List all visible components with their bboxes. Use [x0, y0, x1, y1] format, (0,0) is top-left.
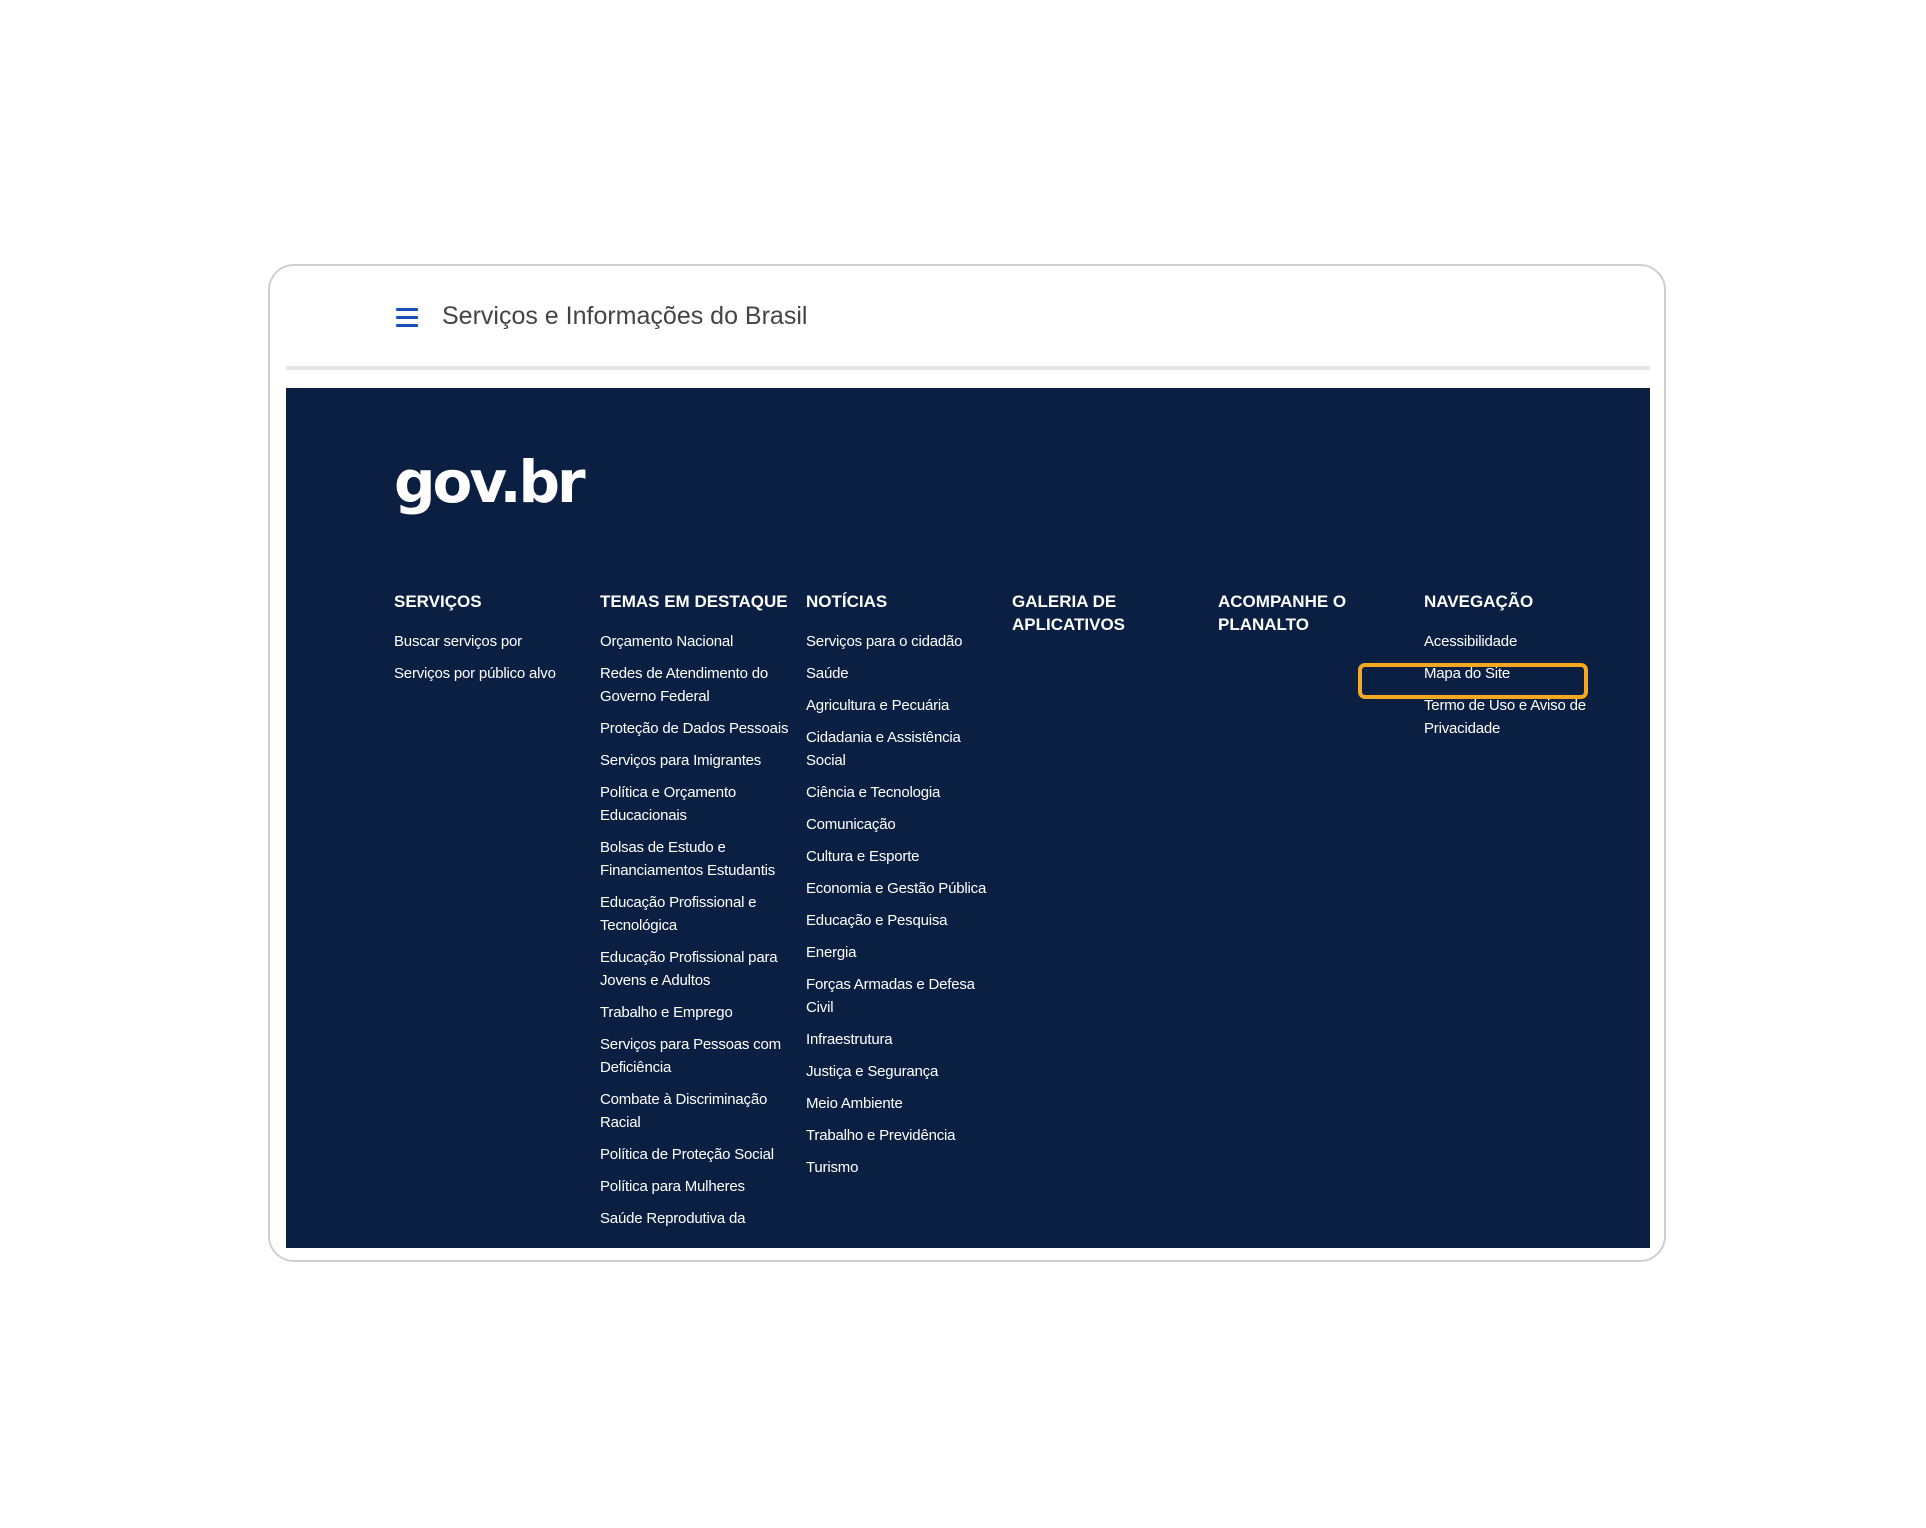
list-item[interactable]: Saúde	[806, 662, 1002, 685]
list-item[interactable]: Agricultura e Pecuária	[806, 694, 1002, 717]
list-item[interactable]: Infraestrutura	[806, 1028, 1002, 1051]
column-heading: SERVIÇOS	[394, 592, 482, 611]
list-item[interactable]: Serviços para Pessoas com Deficiência	[600, 1033, 796, 1079]
govbr-logo[interactable]: gov.br	[394, 448, 586, 516]
list-item[interactable]: Bolsas de Estudo e Financiamentos Estuda…	[600, 836, 796, 882]
list-item[interactable]: Acessibilidade	[1424, 630, 1620, 653]
footer-link[interactable]: Trabalho e Previdência	[806, 1124, 956, 1147]
list-item[interactable]: Serviços para o cidadão	[806, 630, 1002, 653]
footer-link[interactable]: Economia e Gestão Pública	[806, 877, 986, 900]
list-item[interactable]: Serviços por público alvo	[394, 662, 586, 685]
column-heading: TEMAS EM DESTAQUE	[600, 592, 788, 611]
footer-link[interactable]: Orçamento Nacional	[600, 630, 733, 653]
list-item[interactable]: Comunicação	[806, 813, 1002, 836]
list-item[interactable]: Economia e Gestão Pública	[806, 877, 1002, 900]
list-item[interactable]: Educação e Pesquisa	[806, 909, 1002, 932]
list-item[interactable]: Turismo	[806, 1156, 1002, 1179]
list-item[interactable]: Mapa do Site	[1424, 662, 1620, 685]
footer-column-noticias: NOTÍCIAS Serviços para o cidadão Saúde A…	[806, 590, 1002, 1188]
footer-link[interactable]: Bolsas de Estudo e Financiamentos Estuda…	[600, 836, 796, 882]
footer-link[interactable]: Turismo	[806, 1156, 858, 1179]
footer-column-temas: TEMAS EM DESTAQUE Orçamento Nacional Red…	[600, 590, 796, 1239]
list-item[interactable]: Forças Armadas e Defesa Civil	[806, 973, 1002, 1019]
footer-link[interactable]: Educação Profissional e Tecnológica	[600, 891, 796, 937]
list-item[interactable]: Termo de Uso e Aviso de Privacidade	[1424, 694, 1620, 740]
footer-link[interactable]: Política de Proteção Social	[600, 1143, 774, 1166]
column-heading[interactable]: GALERIA DE APLICATIVOS	[1012, 590, 1182, 636]
footer-link[interactable]: Cidadania e Assistência Social	[806, 726, 1002, 772]
footer-column-servicos: SERVIÇOS Buscar serviços por Serviços po…	[394, 590, 586, 694]
column-heading: NAVEGAÇÃO	[1424, 592, 1534, 611]
list-item[interactable]: Redes de Atendimento do Governo Federal	[600, 662, 796, 708]
column-heading: NOTÍCIAS	[806, 592, 888, 611]
top-bar: Serviços e Informações do Brasil	[286, 266, 1650, 370]
footer-link[interactable]: Combate à Discriminação Racial	[600, 1088, 796, 1134]
list-item[interactable]: Educação Profissional e Tecnológica	[600, 891, 796, 937]
list-item[interactable]: Energia	[806, 941, 1002, 964]
list-item[interactable]: Cidadania e Assistência Social	[806, 726, 1002, 772]
terms-of-use-link[interactable]: Termo de Uso e Aviso de Privacidade	[1424, 694, 1620, 740]
list-item[interactable]: Proteção de Dados Pessoais	[600, 717, 796, 740]
list-item[interactable]: Justiça e Segurança	[806, 1060, 1002, 1083]
footer-column-acompanhe: ACOMPANHE O PLANALTO	[1218, 590, 1378, 653]
footer-link[interactable]: Serviços para o cidadão	[806, 630, 963, 653]
accessibility-link[interactable]: Acessibilidade	[1424, 630, 1517, 653]
list-item[interactable]: Política de Proteção Social	[600, 1143, 796, 1166]
list-item[interactable]: Serviços para Imigrantes	[600, 749, 796, 772]
list-item[interactable]: Ciência e Tecnologia	[806, 781, 1002, 804]
footer-link[interactable]: Serviços para Pessoas com Deficiência	[600, 1033, 796, 1079]
footer-link[interactable]: Buscar serviços por	[394, 630, 522, 653]
footer-link[interactable]: Comunicação	[806, 813, 896, 836]
list-item[interactable]: Trabalho e Emprego	[600, 1001, 796, 1024]
footer-link[interactable]: Agricultura e Pecuária	[806, 694, 949, 717]
footer-link[interactable]: Trabalho e Emprego	[600, 1001, 733, 1024]
footer-link[interactable]: Justiça e Segurança	[806, 1060, 938, 1083]
hamburger-menu-icon[interactable]	[396, 308, 418, 328]
footer-link[interactable]: Serviços para Imigrantes	[600, 749, 761, 772]
footer-link[interactable]: Meio Ambiente	[806, 1092, 903, 1115]
site-title[interactable]: Serviços e Informações do Brasil	[442, 302, 807, 331]
list-item[interactable]: Combate à Discriminação Racial	[600, 1088, 796, 1134]
list-item[interactable]: Política para Mulheres	[600, 1175, 796, 1198]
footer-link[interactable]: Proteção de Dados Pessoais	[600, 717, 788, 740]
list-item[interactable]: Saúde Reprodutiva da	[600, 1207, 796, 1230]
site-footer: gov.br SERVIÇOS Buscar serviços por Serv…	[286, 388, 1650, 1248]
list-item[interactable]: Cultura e Esporte	[806, 845, 1002, 868]
column-heading[interactable]: ACOMPANHE O PLANALTO	[1218, 590, 1378, 636]
footer-column-galeria: GALERIA DE APLICATIVOS	[1012, 590, 1182, 653]
footer-link[interactable]: Educação Profissional para Jovens e Adul…	[600, 946, 796, 992]
list-item[interactable]: Buscar serviços por	[394, 630, 586, 653]
footer-link[interactable]: Ciência e Tecnologia	[806, 781, 940, 804]
footer-link[interactable]: Forças Armadas e Defesa Civil	[806, 973, 1002, 1019]
browser-frame: Serviços e Informações do Brasil gov.br …	[268, 264, 1666, 1262]
list-item[interactable]: Educação Profissional para Jovens e Adul…	[600, 946, 796, 992]
footer-link[interactable]: Saúde Reprodutiva da	[600, 1207, 745, 1230]
list-item[interactable]: Política e Orçamento Educacionais	[600, 781, 796, 827]
footer-link[interactable]: Serviços por público alvo	[394, 662, 556, 685]
footer-link[interactable]: Saúde	[806, 662, 849, 685]
footer-column-navegacao: NAVEGAÇÃO Acessibilidade Mapa do Site Te…	[1424, 590, 1620, 749]
footer-link[interactable]: Educação e Pesquisa	[806, 909, 948, 932]
footer-link[interactable]: Energia	[806, 941, 857, 964]
list-item[interactable]: Orçamento Nacional	[600, 630, 796, 653]
list-item[interactable]: Meio Ambiente	[806, 1092, 1002, 1115]
footer-link[interactable]: Política e Orçamento Educacionais	[600, 781, 796, 827]
footer-link[interactable]: Redes de Atendimento do Governo Federal	[600, 662, 796, 708]
footer-link[interactable]: Cultura e Esporte	[806, 845, 920, 868]
footer-link[interactable]: Política para Mulheres	[600, 1175, 745, 1198]
list-item[interactable]: Trabalho e Previdência	[806, 1124, 1002, 1147]
site-map-link[interactable]: Mapa do Site	[1424, 662, 1510, 685]
footer-link[interactable]: Infraestrutura	[806, 1028, 893, 1051]
